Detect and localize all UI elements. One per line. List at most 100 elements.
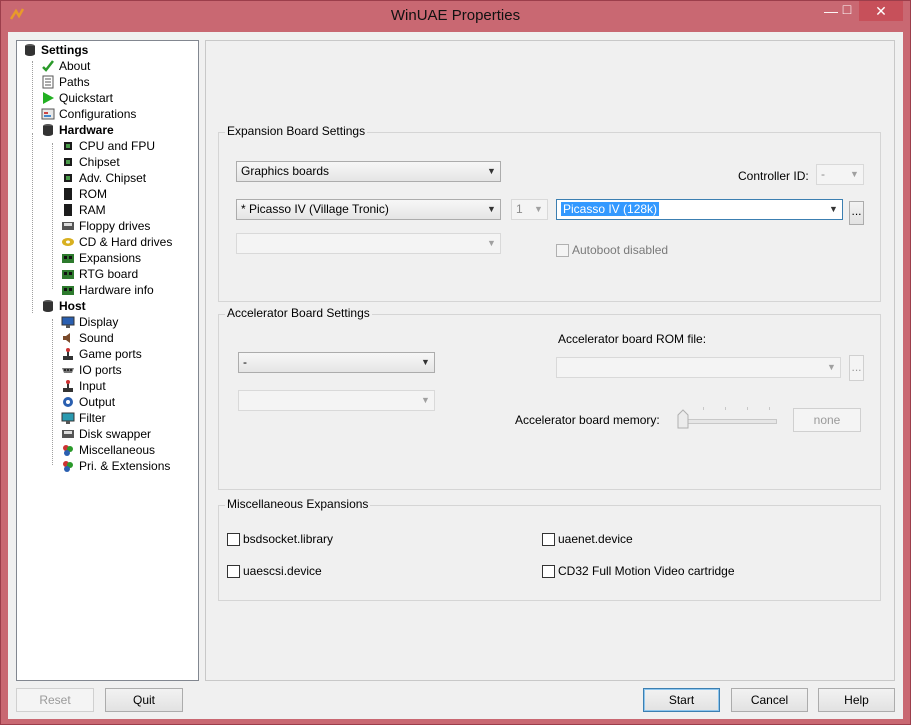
tree-item-host[interactable]: Host (41, 298, 86, 314)
floppy-icon (62, 430, 74, 438)
tree-label: About (59, 59, 91, 73)
misc-icon (63, 445, 73, 456)
uaescsi-checkbox[interactable] (227, 565, 240, 578)
controller-id-label: Controller ID: (738, 169, 809, 183)
bsdsocket-label: bsdsocket.library (243, 532, 334, 546)
tree-item-quickstart[interactable]: Quickstart (41, 90, 113, 106)
chip-icon (64, 188, 72, 200)
uaescsi-label: uaescsi.device (243, 564, 322, 578)
tree-label: Game ports (79, 347, 142, 361)
rom-browse-button[interactable]: ... (849, 355, 864, 381)
tree-item-cd-hd[interactable]: CD & Hard drives (61, 234, 172, 250)
tree-item-about[interactable]: About (41, 58, 90, 74)
board-icon (62, 286, 74, 295)
tree-item-hwinfo[interactable]: Hardware info (61, 282, 154, 298)
speaker-icon (63, 333, 70, 343)
autoboot-checkbox[interactable] (556, 244, 569, 257)
group-title: Expansion Board Settings (225, 124, 368, 138)
tree-label: Configurations (59, 107, 137, 121)
tree-label: Filter (79, 411, 106, 425)
memory-slider-thumb[interactable] (677, 409, 689, 429)
reset-button[interactable]: Reset (16, 688, 94, 712)
tree-item-cpu[interactable]: CPU and FPU (61, 138, 155, 154)
cd32fmv-checkbox[interactable] (542, 565, 555, 578)
tree-item-floppy[interactable]: Floppy drives (61, 218, 150, 234)
memory-slider-track[interactable] (681, 419, 777, 424)
tree-label: Quickstart (59, 91, 114, 105)
settings-tree[interactable]: Settings About Paths Quickstart Configur… (16, 40, 199, 681)
controller-id-select[interactable]: - ▼ (816, 164, 864, 185)
database-icon (43, 124, 53, 136)
uaenet-checkbox[interactable] (542, 533, 555, 546)
tree-item-misc[interactable]: Miscellaneous (61, 442, 155, 458)
tree-item-rom[interactable]: ROM (61, 186, 107, 202)
tree-item-gameports[interactable]: Game ports (61, 346, 142, 362)
board-icon (62, 270, 74, 279)
rom-file-select[interactable]: ▼ (556, 357, 841, 378)
expansion-group: Expansion Board Settings Graphics boards… (218, 124, 881, 302)
maximize-button[interactable]: □ (833, 0, 861, 19)
tree-item-chipset[interactable]: Chipset (61, 154, 120, 170)
floppy-icon (62, 222, 74, 230)
tree-label: Hardware (59, 123, 114, 137)
board-icon (62, 254, 74, 263)
tree-label: Disk swapper (79, 427, 152, 441)
output-icon (63, 397, 73, 407)
chevron-down-icon: ▼ (421, 395, 430, 405)
cancel-button[interactable]: Cancel (731, 688, 808, 712)
tree-label: CD & Hard drives (79, 235, 173, 249)
board-number-select[interactable]: 1 ▼ (511, 199, 548, 220)
misc-expansions-group: Miscellaneous Expansions bsdsocket.libra… (218, 497, 881, 601)
tree-item-ram[interactable]: RAM (61, 202, 106, 218)
window-title: WinUAE Properties (390, 7, 521, 24)
chip-icon (64, 142, 72, 150)
harddrive-icon (62, 238, 74, 246)
tree-label: Output (79, 395, 116, 409)
tree-item-display[interactable]: Display (61, 314, 118, 330)
chip-icon (64, 158, 72, 166)
tree-item-configurations[interactable]: Configurations (41, 106, 136, 122)
quit-button[interactable]: Quit (105, 688, 183, 712)
tree-label: CPU and FPU (79, 139, 156, 153)
chip-icon (64, 204, 72, 216)
monitor-icon (61, 316, 75, 328)
tree-item-filter[interactable]: Filter (61, 410, 106, 426)
bsdsocket-checkbox[interactable] (227, 533, 240, 546)
board-extra-select[interactable]: ▼ (236, 233, 501, 254)
tree-item-rtg[interactable]: RTG board (61, 266, 138, 282)
tree-label: RAM (79, 203, 106, 217)
uaenet-label: uaenet.device (558, 532, 633, 546)
tree-label: Floppy drives (79, 219, 151, 233)
chevron-down-icon: ▼ (487, 204, 496, 214)
accelerator-select[interactable]: - ▼ (238, 352, 435, 373)
tree-item-sound[interactable]: Sound (61, 330, 114, 346)
tree-label: Expansions (79, 251, 142, 265)
chip-icon (64, 174, 72, 182)
title-bar[interactable]: WinUAE Properties — □ ✕ (1, 1, 910, 31)
tree-label: RTG board (79, 267, 139, 281)
chevron-down-icon: ▼ (487, 166, 496, 176)
document-icon (42, 75, 54, 89)
tree-item-pri-ext[interactable]: Pri. & Extensions (61, 458, 170, 474)
accelerator-extra-select[interactable]: ▼ (238, 390, 435, 411)
tree-item-hardware[interactable]: Hardware (41, 122, 114, 138)
board-select[interactable]: * Picasso IV (Village Tronic) ▼ (236, 199, 501, 220)
board-subtype-select[interactable]: Picasso IV (128k) ▼ (556, 199, 843, 220)
database-icon (43, 300, 53, 312)
tree-item-ioports[interactable]: IO ports (61, 362, 122, 378)
tree-item-input[interactable]: Input (61, 378, 106, 394)
database-icon (25, 44, 35, 56)
tree-item-output[interactable]: Output (61, 394, 115, 410)
help-button[interactable]: Help (818, 688, 895, 712)
board-type-select[interactable]: Graphics boards ▼ (236, 161, 501, 182)
start-button[interactable]: Start (643, 688, 720, 712)
tree-item-paths[interactable]: Paths (41, 74, 90, 90)
tree-label: Display (79, 315, 119, 329)
close-button[interactable]: ✕ (859, 1, 903, 21)
tree-item-settings[interactable]: Settings (23, 42, 88, 58)
board-browse-button[interactable]: ... (849, 201, 864, 225)
tree-item-diskswapper[interactable]: Disk swapper (61, 426, 151, 442)
tree-item-expansions[interactable]: Expansions (61, 250, 141, 266)
tree-label: ROM (79, 187, 107, 201)
tree-item-adv-chipset[interactable]: Adv. Chipset (61, 170, 146, 186)
